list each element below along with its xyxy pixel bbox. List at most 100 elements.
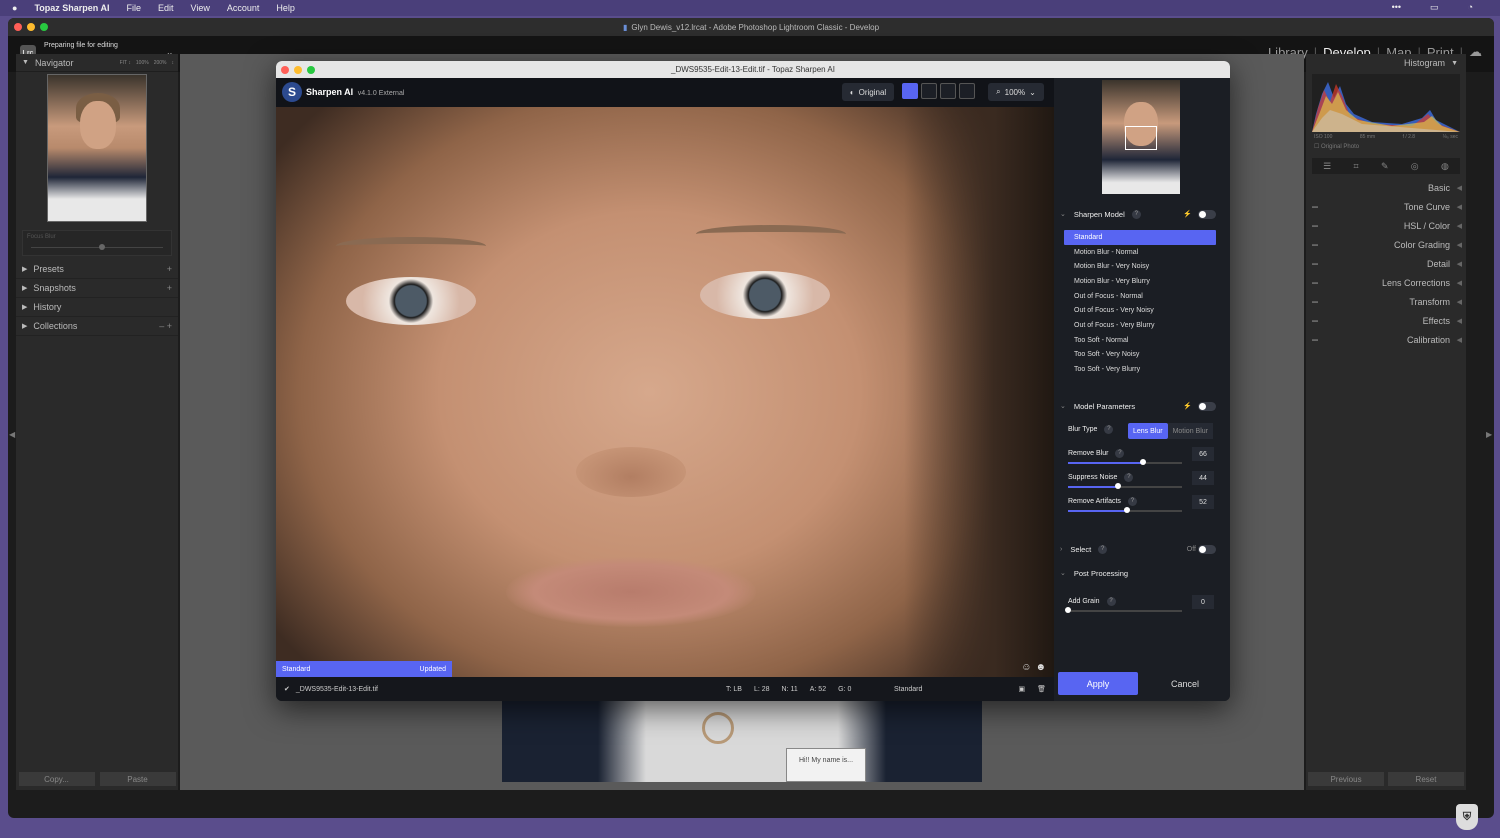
help-icon[interactable]: ? [1127,497,1137,506]
close-window-button[interactable] [281,66,289,74]
face-compare-icon[interactable]: ☻ [1035,662,1046,673]
histogram-header[interactable]: Histogram ▼ [1306,54,1466,72]
remove-blur-knob[interactable] [1140,459,1147,465]
model-parameters-toggle[interactable] [1198,401,1216,411]
section-presets[interactable]: ▶ Presets + [16,260,178,279]
lens-blur-option[interactable]: Lens Blur [1128,423,1168,439]
single-view-button[interactable] [902,83,918,99]
file-row[interactable]: ✔ _DWS9535-Edit-13-Edit.tif [284,685,378,694]
image-preview[interactable]: Standard Updated ☺ ☻ [276,107,1054,677]
menu-view[interactable]: View [190,3,209,13]
preview-icon[interactable]: ▣ [1018,685,1025,693]
remove-artifacts-value[interactable]: 52 [1192,495,1214,509]
navigator-header[interactable]: ▼ Navigator FIT ↕ 100% 200% ↕ [16,54,178,72]
help-icon[interactable]: ? [1131,209,1141,219]
help-icon[interactable]: ? [1115,449,1125,458]
collection-actions[interactable]: – + [159,321,172,331]
focus-blur-knob[interactable] [99,244,105,250]
left-panel-toggle-icon[interactable]: ◀ [9,430,15,439]
remove-blur-value[interactable]: 66 [1192,447,1214,461]
panel-color-grading[interactable]: ▬ Color Grading ◀ [1306,235,1466,254]
model-parameters-header[interactable]: ⌄ Model Parameters ⚡ [1054,398,1230,414]
panel-visibility-icon[interactable]: ▬ [1312,223,1318,229]
panel-visibility-icon[interactable]: ▬ [1312,337,1318,343]
panel-transform[interactable]: ▬ Transform ◀ [1306,292,1466,311]
comparison-view-button[interactable] [959,83,975,99]
auto-icon[interactable]: ⚡ [1183,210,1192,218]
add-preset-button[interactable]: + [167,264,172,274]
trash-icon[interactable]: 🗑 [1037,685,1046,693]
remove-artifacts-knob[interactable] [1124,507,1131,513]
help-icon[interactable]: ? [1106,597,1116,606]
sharpen-model-header[interactable]: ⌄ Sharpen Model ? ⚡ [1054,206,1230,222]
split-view-button[interactable] [921,83,937,99]
edit-sliders-icon[interactable]: ☰ [1323,161,1331,172]
clock-icon[interactable]: ◔ [1468,2,1473,13]
zoom-200[interactable]: 200% [154,60,167,66]
right-panel-toggle-icon[interactable]: ▶ [1486,430,1492,439]
panel-lens-corrections[interactable]: ▬ Lens Corrections ◀ [1306,273,1466,292]
panel-visibility-icon[interactable]: ▬ [1312,280,1318,286]
suppress-noise-slider[interactable] [1068,486,1182,488]
suppress-noise-knob[interactable] [1115,483,1122,489]
side-by-side-button[interactable] [940,83,956,99]
face-icon[interactable]: ☺ [1021,662,1031,673]
post-processing-header[interactable]: ⌄ Post Processing [1054,565,1230,581]
sharpen-model-toggle[interactable] [1198,209,1216,219]
add-grain-knob[interactable] [1065,607,1071,613]
select-toggle[interactable] [1198,544,1216,554]
minimize-window-button[interactable] [27,23,35,31]
panel-calibration[interactable]: ▬ Calibration ◀ [1306,330,1466,349]
reset-button[interactable]: Reset [1388,772,1464,786]
menu-help[interactable]: Help [276,3,295,13]
panel-visibility-icon[interactable]: ▬ [1312,261,1318,267]
help-icon[interactable]: ? [1104,425,1114,434]
zoom-dropdown[interactable]: ⌕ 100% ⌄ [988,83,1044,101]
add-grain-slider[interactable] [1068,610,1182,612]
menubar-app-name[interactable]: Topaz Sharpen AI [34,3,109,13]
suppress-noise-value[interactable]: 44 [1192,471,1214,485]
maximize-window-button[interactable] [307,66,315,74]
cloud-icon[interactable]: ☁ [1469,44,1482,60]
model-out-of-focus-very-blurry[interactable]: Out of Focus - Very Blurry [1064,318,1216,333]
histogram-graph[interactable] [1312,74,1460,132]
model-out-of-focus-normal[interactable]: Out of Focus - Normal [1064,289,1216,304]
panel-tone-curve[interactable]: ▬ Tone Curve ◀ [1306,197,1466,216]
model-motion-blur-normal[interactable]: Motion Blur - Normal [1064,245,1216,260]
section-collections[interactable]: ▶ Collections – + [16,317,178,336]
section-history[interactable]: ▶ History [16,298,178,317]
copy-button[interactable]: Copy... [18,772,95,786]
section-snapshots[interactable]: ▶ Snapshots + [16,279,178,298]
panel-detail[interactable]: ▬ Detail ◀ [1306,254,1466,273]
panel-effects[interactable]: ▬ Effects ◀ [1306,311,1466,330]
panel-visibility-icon[interactable]: ▬ [1312,204,1318,210]
original-photo-checkbox[interactable]: ☐ Original Photo [1314,143,1458,150]
more-icon[interactable]: ••• [1392,2,1401,13]
model-too-soft-very-noisy[interactable]: Too Soft - Very Noisy [1064,348,1216,363]
previous-button[interactable]: Previous [1308,772,1384,786]
select-header[interactable]: › Select ? Off [1054,541,1230,557]
healing-icon[interactable]: ✎ [1381,161,1389,172]
crop-icon[interactable]: ⌗ [1354,161,1359,172]
navigator-preview[interactable] [47,74,147,222]
apply-button[interactable]: Apply [1058,672,1138,695]
model-motion-blur-very-noisy[interactable]: Motion Blur - Very Noisy [1064,259,1216,274]
panel-visibility-icon[interactable]: ▬ [1312,318,1318,324]
menu-edit[interactable]: Edit [158,3,174,13]
control-center-icon[interactable]: ▭ [1430,2,1439,13]
help-icon[interactable]: ? [1098,544,1108,554]
motion-blur-option[interactable]: Motion Blur [1167,423,1213,439]
zoom-more[interactable]: ↕ [172,60,175,66]
model-standard[interactable]: Standard [1064,230,1216,245]
model-out-of-focus-very-noisy[interactable]: Out of Focus - Very Noisy [1064,303,1216,318]
zoom-100[interactable]: 100% [136,60,149,66]
help-icon[interactable]: ? [1124,473,1134,482]
add-snapshot-button[interactable]: + [167,283,172,293]
panel-hsl-color[interactable]: ▬ HSL / Color ◀ [1306,216,1466,235]
minimize-window-button[interactable] [294,66,302,74]
apple-icon[interactable]: ● [12,3,17,13]
model-too-soft-very-blurry[interactable]: Too Soft - Very Blurry [1064,362,1216,377]
zoom-region-box[interactable] [1125,126,1157,150]
model-too-soft-normal[interactable]: Too Soft - Normal [1064,333,1216,348]
original-toggle-button[interactable]: ◐ Original [842,83,894,101]
